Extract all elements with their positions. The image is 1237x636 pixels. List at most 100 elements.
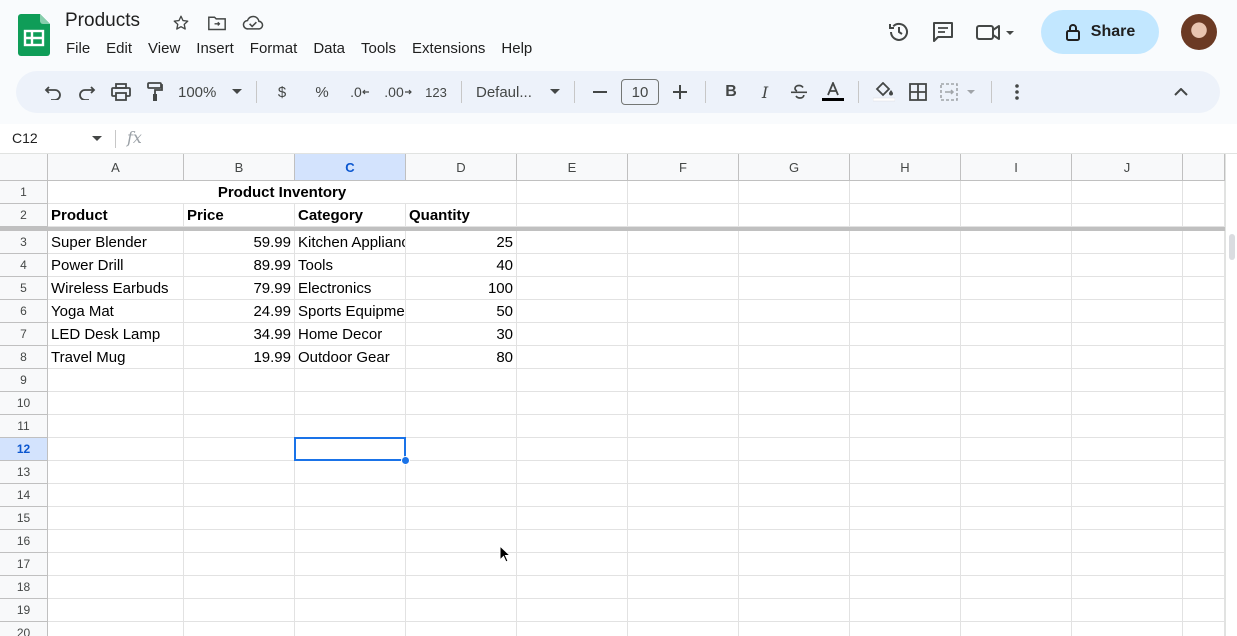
cell[interactable] — [1072, 392, 1183, 415]
cell[interactable] — [628, 369, 739, 392]
cell[interactable] — [184, 599, 295, 622]
cell[interactable] — [850, 231, 961, 254]
cell[interactable]: Power Drill — [48, 254, 184, 277]
share-button[interactable]: Share — [1041, 10, 1159, 54]
undo-icon[interactable] — [38, 77, 68, 107]
cell[interactable]: Yoga Mat — [48, 300, 184, 323]
cloud-saved-icon[interactable] — [242, 12, 264, 34]
selected-cell-c12[interactable] — [294, 437, 406, 461]
header-cell[interactable]: Price — [184, 204, 295, 227]
column-header-h[interactable]: H — [850, 154, 961, 181]
cell[interactable] — [1183, 438, 1225, 461]
row-header-5[interactable]: 5 — [0, 277, 48, 300]
cell[interactable] — [628, 181, 739, 204]
cell[interactable]: Outdoor Gear — [295, 346, 406, 369]
cell[interactable] — [406, 461, 517, 484]
cell[interactable] — [628, 254, 739, 277]
cell[interactable] — [739, 346, 850, 369]
cell[interactable] — [1072, 254, 1183, 277]
cell[interactable] — [850, 461, 961, 484]
decrease-decimal-button[interactable]: .0 — [345, 77, 375, 107]
cell[interactable] — [517, 323, 628, 346]
text-color-icon[interactable] — [818, 77, 848, 107]
cell[interactable] — [1072, 507, 1183, 530]
cell[interactable] — [1072, 553, 1183, 576]
cell[interactable] — [850, 369, 961, 392]
menu-tools[interactable]: Tools — [353, 40, 404, 57]
cell[interactable] — [1072, 323, 1183, 346]
redo-icon[interactable] — [72, 77, 102, 107]
cell[interactable] — [739, 231, 850, 254]
cell[interactable] — [961, 415, 1072, 438]
cell[interactable] — [295, 461, 406, 484]
cell[interactable] — [184, 461, 295, 484]
move-folder-icon[interactable] — [206, 12, 228, 34]
strikethrough-icon[interactable] — [784, 77, 814, 107]
cell[interactable] — [739, 438, 850, 461]
currency-button[interactable]: $ — [267, 77, 297, 107]
cell[interactable] — [961, 231, 1072, 254]
menu-insert[interactable]: Insert — [188, 40, 242, 57]
cell[interactable]: 100 — [406, 277, 517, 300]
cell[interactable]: 89.99 — [184, 254, 295, 277]
cell[interactable] — [406, 507, 517, 530]
cell[interactable] — [961, 599, 1072, 622]
cell[interactable] — [1183, 553, 1225, 576]
cell[interactable] — [1072, 231, 1183, 254]
cell[interactable] — [517, 461, 628, 484]
cell[interactable] — [850, 392, 961, 415]
cell[interactable] — [295, 599, 406, 622]
cell[interactable] — [406, 599, 517, 622]
row-header-6[interactable]: 6 — [0, 300, 48, 323]
column-header-e[interactable]: E — [517, 154, 628, 181]
zoom-select[interactable]: 100% — [174, 77, 246, 107]
cell[interactable] — [1183, 323, 1225, 346]
cell[interactable] — [517, 438, 628, 461]
cell[interactable] — [517, 484, 628, 507]
cell[interactable] — [406, 576, 517, 599]
cell[interactable] — [739, 622, 850, 636]
cell[interactable] — [517, 369, 628, 392]
cell[interactable] — [961, 277, 1072, 300]
cell[interactable] — [850, 300, 961, 323]
cell[interactable] — [850, 438, 961, 461]
cell[interactable] — [850, 181, 961, 204]
cell[interactable] — [517, 392, 628, 415]
cell[interactable] — [628, 622, 739, 636]
cell[interactable] — [739, 576, 850, 599]
cell[interactable]: Sports Equipment — [295, 300, 406, 323]
cell[interactable]: 30 — [406, 323, 517, 346]
cell[interactable] — [406, 484, 517, 507]
cell[interactable] — [295, 576, 406, 599]
cell[interactable]: 79.99 — [184, 277, 295, 300]
cell[interactable] — [1183, 622, 1225, 636]
italic-button[interactable]: I — [750, 77, 780, 107]
cell[interactable] — [517, 507, 628, 530]
cell[interactable]: Electronics — [295, 277, 406, 300]
cell[interactable] — [184, 438, 295, 461]
column-header-i[interactable]: I — [961, 154, 1072, 181]
meet-video-icon[interactable] — [965, 10, 1025, 54]
column-header-a[interactable]: A — [48, 154, 184, 181]
cell[interactable] — [1183, 415, 1225, 438]
comments-icon[interactable] — [921, 10, 965, 54]
row-header-17[interactable]: 17 — [0, 553, 48, 576]
cell[interactable] — [48, 484, 184, 507]
cell[interactable] — [628, 231, 739, 254]
row-header-15[interactable]: 15 — [0, 507, 48, 530]
cell[interactable] — [406, 438, 517, 461]
cell[interactable] — [739, 369, 850, 392]
cell[interactable] — [517, 622, 628, 636]
menu-help[interactable]: Help — [493, 40, 540, 57]
cell[interactable] — [1072, 415, 1183, 438]
number-format-button[interactable]: 123 — [421, 77, 451, 107]
cell[interactable] — [739, 553, 850, 576]
column-header-c[interactable]: C — [295, 154, 406, 181]
decrease-font-size-icon[interactable] — [585, 77, 615, 107]
row-header-12[interactable]: 12 — [0, 438, 48, 461]
cell[interactable] — [517, 204, 628, 227]
cell[interactable]: 25 — [406, 231, 517, 254]
cell[interactable] — [739, 507, 850, 530]
select-all-corner[interactable] — [0, 154, 48, 181]
row-header-1[interactable]: 1 — [0, 181, 48, 204]
